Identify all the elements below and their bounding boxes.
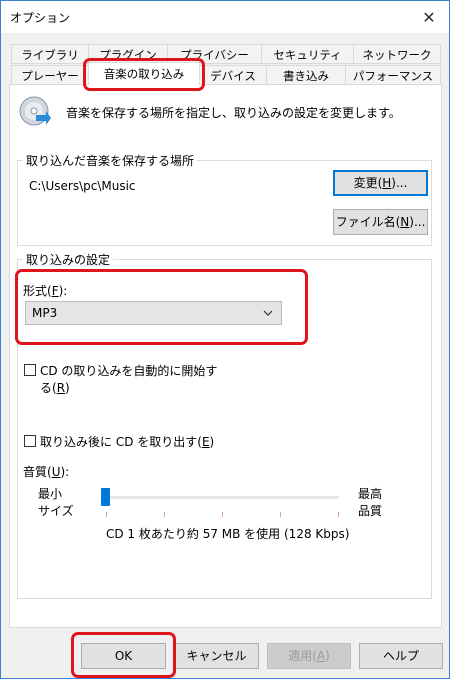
help-button[interactable]: ヘルプ (359, 643, 443, 669)
highlight-ok (71, 632, 176, 678)
tab-burn[interactable]: 書き込み (266, 65, 346, 85)
quality-min-line1: 最小 (38, 487, 63, 501)
quality-max-line2: 品質 (358, 504, 383, 518)
change-location-button[interactable]: 変更(H)... (333, 170, 428, 196)
eject-checkbox[interactable] (24, 435, 36, 447)
quality-label: 音質(U): (23, 465, 70, 479)
apply-button[interactable]: 適用(A) (267, 643, 351, 669)
rip-cd-icon (19, 96, 51, 126)
quality-slider-thumb[interactable] (101, 488, 110, 506)
options-dialog: オプション ✕ ライブラリ プラグイン プライバシー セキュリティ ネットワーク… (0, 0, 450, 679)
quality-max-line1: 最高 (358, 487, 383, 501)
auto-rip-checkbox[interactable] (24, 364, 36, 376)
tab-security[interactable]: セキュリティ (261, 44, 354, 64)
tab-panel: 音楽を保存する場所を指定し、取り込みの設定を変更します。 取り込んだ音楽を保存す… (9, 84, 442, 628)
close-icon[interactable]: ✕ (409, 1, 449, 33)
tab-library[interactable]: ライブラリ (11, 44, 89, 64)
tab-player[interactable]: プレーヤー (11, 65, 89, 85)
quality-tick (222, 512, 223, 517)
tab-network[interactable]: ネットワーク (353, 44, 441, 64)
quality-tick (164, 512, 165, 517)
quality-info: CD 1 枚あたり約 57 MB を使用 (128 Kbps) (106, 527, 350, 541)
header-description: 音楽を保存する場所を指定し、取り込みの設定を変更します。 (66, 106, 401, 120)
highlight-rip-tab (83, 58, 205, 91)
tab-devices[interactable]: デバイス (199, 65, 267, 85)
quality-tick (338, 512, 339, 517)
tab-performance[interactable]: パフォーマンス (345, 65, 441, 85)
filename-button[interactable]: ファイル名(N)... (333, 209, 428, 235)
auto-rip-label-line2[interactable]: る(R) (40, 379, 70, 396)
quality-slider-track[interactable] (105, 496, 339, 499)
eject-label[interactable]: 取り込み後に CD を取り出す(E) (40, 433, 214, 450)
cancel-button[interactable]: キャンセル (174, 643, 259, 669)
quality-min-line2: サイズ (38, 504, 74, 518)
window-title: オプション (10, 11, 71, 25)
quality-tick (106, 512, 107, 517)
save-location-title: 取り込んだ音楽を保存する場所 (23, 152, 198, 169)
save-location-path: C:\Users\pc\Music (29, 179, 136, 193)
rip-settings-title: 取り込みの設定 (23, 251, 114, 268)
auto-rip-label-line1[interactable]: CD の取り込みを自動的に開始す (40, 362, 217, 379)
quality-tick (280, 512, 281, 517)
highlight-format (15, 269, 308, 345)
title-bar: オプション ✕ (1, 1, 449, 33)
